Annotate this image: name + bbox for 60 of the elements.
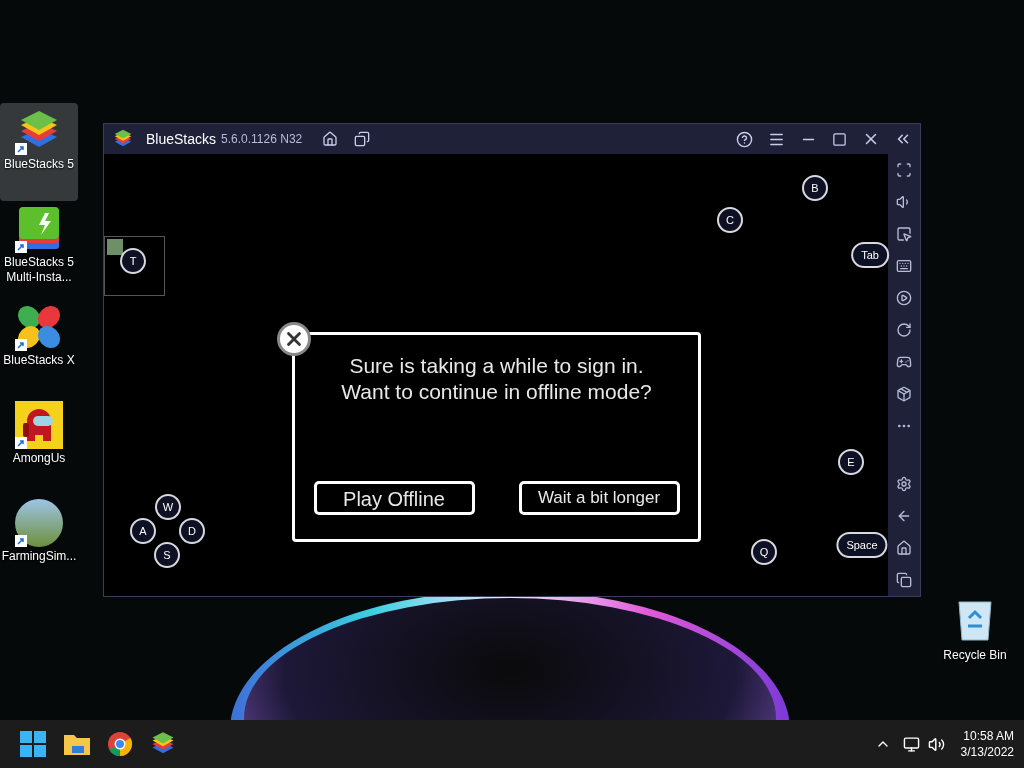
shortcut-arrow-icon (15, 143, 27, 155)
key-mapping-label: C (717, 207, 743, 233)
desktop-shortcut[interactable]: BlueStacks 5 (0, 103, 78, 201)
key-mapping-label: W (155, 494, 181, 520)
browser-icon[interactable] (107, 731, 133, 757)
four-leaf-icon (15, 303, 63, 351)
settings-icon[interactable] (896, 476, 913, 492)
home-icon[interactable] (896, 540, 913, 556)
shortcut-label: BlueStacks 5 (3, 157, 74, 172)
shortcut-arrow-icon (15, 437, 27, 449)
window-title: BlueStacks (146, 129, 217, 149)
help-icon[interactable] (736, 130, 753, 148)
shortcut-label: AmongUs (12, 451, 66, 466)
dialog-close-button[interactable] (277, 322, 311, 356)
desktop-shortcut[interactable]: BlueStacks X (0, 299, 78, 397)
record-icon[interactable] (896, 290, 913, 306)
game-art-placeholder (15, 499, 63, 547)
desktop-shortcut[interactable]: FarmingSim... (0, 495, 78, 593)
fullscreen-icon[interactable] (896, 162, 913, 178)
key-mapping-label: B (802, 175, 828, 201)
shortcut-arrow-icon (15, 339, 27, 351)
key-mapping-label: T (120, 248, 146, 274)
dialog-message: Want to continue in offline mode? (341, 379, 652, 405)
broken-image-icon (107, 239, 123, 255)
dialog-button[interactable]: Play Offline (313, 481, 475, 515)
clock-date: 3/13/2022 (960, 744, 1014, 760)
network-icon[interactable] (902, 735, 920, 753)
rotate-icon[interactable] (896, 322, 913, 338)
multi-instance-icon[interactable] (354, 131, 371, 147)
desktop-shortcut[interactable]: Recycle Bin (940, 596, 1010, 664)
pointer-icon[interactable] (896, 226, 913, 242)
desktop-shortcut[interactable]: BlueStacks 5 Multi-Insta... (0, 201, 78, 299)
folder-icon[interactable] (63, 732, 91, 756)
dialog-message: Sure is taking a while to sign in. (349, 353, 644, 379)
shortcut-label: BlueStacks 5 Multi-Insta... (2, 255, 75, 285)
version-label: 5.6.0.1126 N32 (221, 131, 303, 148)
home-icon[interactable] (322, 131, 339, 147)
volume-icon[interactable] (927, 735, 945, 753)
key-mapping-label: E (838, 449, 864, 475)
key-mapping-label: Tab (851, 242, 889, 268)
key-mapping-label: S (154, 542, 180, 568)
key-mapping-label: Q (751, 539, 777, 565)
shortcut-label: FarmingSim... (1, 549, 77, 564)
start-button[interactable] (20, 731, 46, 757)
shortcut-label: Recycle Bin (943, 647, 1007, 664)
desktop-shortcut[interactable]: AmongUs (0, 397, 78, 495)
recent-apps-icon[interactable] (896, 572, 913, 588)
shortcut-label: BlueStacks X (3, 353, 75, 368)
shortcut-arrow-icon (15, 535, 27, 547)
crewmate-icon (15, 401, 63, 449)
clock-time: 10:58 AM (963, 728, 1014, 744)
controls-icon[interactable] (896, 354, 913, 370)
apk-icon[interactable] (896, 386, 913, 402)
key-mapping-label: A (130, 518, 156, 544)
shortcut-arrow-icon (15, 241, 27, 253)
key-mapping-label: Space (836, 532, 888, 558)
maximize-icon[interactable] (832, 131, 847, 147)
key-mapping-label: D (179, 518, 205, 544)
keyboard-icon[interactable] (896, 258, 913, 274)
dialog-button[interactable]: Wait a bit longer (518, 481, 680, 515)
